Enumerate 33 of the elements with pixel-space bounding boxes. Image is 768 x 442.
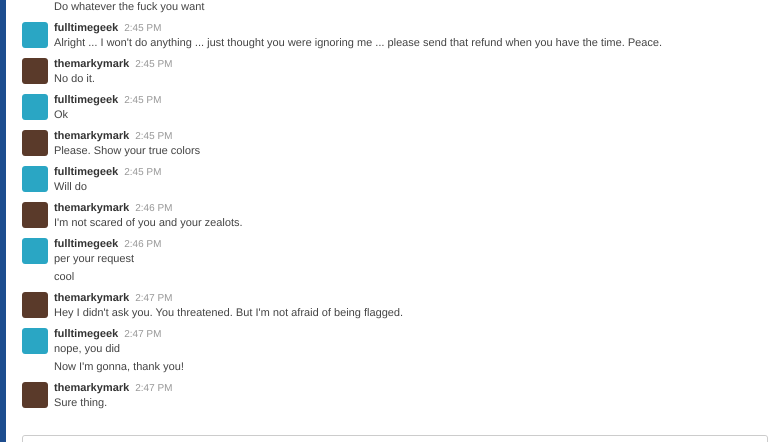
timestamp: 2:45 PM [124, 22, 162, 36]
message-text: Will do [54, 180, 88, 195]
timestamp: 2:46 PM [124, 238, 162, 252]
message-text: Sure thing. [54, 396, 108, 411]
message-text: nope, you did [54, 342, 122, 357]
username: themarkymark [54, 201, 130, 216]
username: fulltimegeek [54, 237, 118, 252]
username: fulltimegeek [54, 327, 118, 342]
message-text: cool [54, 270, 76, 285]
username: themarkymark [54, 57, 130, 72]
timestamp: 2:45 PM [124, 166, 162, 180]
message-text: Now I'm gonna, thank you! [54, 360, 184, 375]
timestamp: 2:46 PM [135, 202, 172, 216]
message-text: Do whatever the fuck you want [54, 0, 206, 15]
timestamp: 2:45 PM [124, 94, 162, 108]
timestamp: 2:47 PM [135, 382, 172, 396]
timestamp: 2:47 PM [124, 328, 162, 342]
username: fulltimegeek [54, 21, 118, 36]
message-text: No do it. [54, 72, 96, 87]
message-text: Ok [54, 108, 70, 123]
message-text: Please. Show your true colors [54, 144, 200, 159]
username: themarkymark [54, 381, 130, 396]
username: themarkymark [54, 129, 130, 144]
message-text: I'm not scared of you and your zealots. [54, 216, 243, 231]
message-text: Hey I didn't ask you. You threatened. But I'm not afraid of being flagged. [54, 306, 404, 321]
timestamp: 2:45 PM [135, 130, 172, 144]
timestamp: 2:45 PM [135, 58, 172, 72]
timestamp: 2:47 PM [135, 292, 172, 306]
username: fulltimegeek [54, 93, 118, 108]
username: fulltimegeek [54, 165, 118, 180]
message-text: per your request [54, 252, 136, 267]
message-text: Alright ... I won't do anything ... just thought you were ignoring me ... please send that refund when you have the time. Peace. [54, 36, 662, 51]
username: themarkymark [54, 291, 130, 306]
